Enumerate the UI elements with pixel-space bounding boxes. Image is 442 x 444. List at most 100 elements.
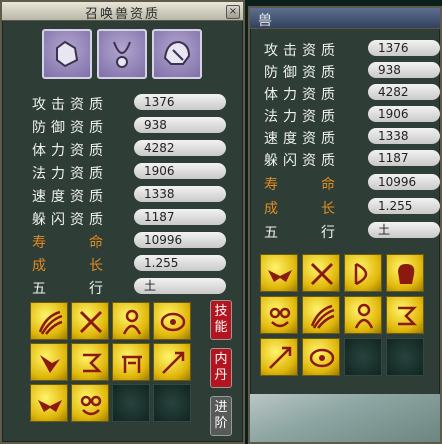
eagle-skill-icon: [268, 270, 292, 282]
arrow-skill-icon: [162, 351, 185, 374]
stat-label: 体力资质: [32, 143, 108, 159]
skill-slot[interactable]: [386, 296, 424, 334]
person-skill-icon: [354, 303, 374, 329]
armor-icon: [56, 40, 79, 68]
skill-slot[interactable]: [71, 302, 109, 340]
bow-skill-icon: [354, 262, 368, 286]
skill-slot[interactable]: [112, 343, 150, 381]
stat-value: 土: [368, 222, 440, 238]
stat-label: 攻击资质: [32, 97, 108, 113]
eye-skill-icon: [160, 312, 186, 332]
skill-slot[interactable]: [344, 254, 382, 292]
stat-value: 土: [134, 278, 226, 294]
armor-slot[interactable]: [42, 29, 92, 79]
stat-label: 寿 命: [32, 235, 108, 251]
cross-blade-skill-icon: [310, 262, 334, 286]
equipment-slots: [42, 29, 202, 85]
stat-label: 五 行: [264, 225, 340, 241]
skill-grid: [30, 302, 191, 422]
empty-skill-slot[interactable]: [112, 384, 150, 422]
skill-slot[interactable]: [112, 302, 150, 340]
stat-value: 1338: [368, 128, 440, 144]
stat-value: 1187: [134, 209, 226, 225]
stat-value: 1187: [368, 150, 440, 166]
person-skill-icon: [122, 309, 142, 335]
skill-slot[interactable]: [153, 343, 191, 381]
stat-label: 速度资质: [32, 189, 108, 205]
skill-slot[interactable]: [30, 384, 68, 422]
stat-label: 躲闪资质: [32, 212, 108, 228]
empty-skill-slot[interactable]: [153, 384, 191, 422]
pet-info-window: 兽 攻击资质 1376 防御资质 938 体力资质 4282 法力资质 1906…: [248, 6, 442, 444]
stat-label: 攻击资质: [264, 43, 340, 59]
skill-slot[interactable]: [71, 384, 109, 422]
stat-label: 防御资质: [264, 65, 340, 81]
stat-value: 1338: [134, 186, 226, 202]
pet-qualification-window: 召唤兽资质 × 攻击资质 1376 防御资质 938 体力资质 4282 法力资…: [0, 0, 245, 444]
stat-value: 938: [134, 117, 226, 133]
stat-label: 法力资质: [32, 166, 108, 182]
game-scene-background: [250, 394, 440, 442]
skill-slot[interactable]: [302, 296, 340, 334]
stat-value: 1376: [134, 94, 226, 110]
skill-slot[interactable]: [30, 302, 68, 340]
title-bar[interactable]: 召唤兽资质: [2, 2, 243, 22]
claw-slash-skill-icon: [38, 310, 63, 335]
stat-value: 938: [368, 62, 440, 78]
window-title: 兽: [258, 13, 274, 29]
claw-slash-skill-icon: [310, 304, 335, 329]
skill-slot[interactable]: [260, 338, 298, 376]
skill-slot[interactable]: [153, 302, 191, 340]
stat-value: 4282: [368, 84, 440, 100]
skill-slot[interactable]: [344, 296, 382, 334]
close-button[interactable]: ×: [226, 5, 240, 19]
cross-blade-skill-icon: [79, 310, 103, 334]
stat-label: 寿 命: [264, 177, 340, 193]
stat-value: 1906: [134, 163, 226, 179]
stat-label: 体力资质: [264, 87, 340, 103]
wing-skill-icon: [40, 355, 60, 373]
skill-slot[interactable]: [30, 343, 68, 381]
stat-label: 防御资质: [32, 120, 108, 136]
stat-value: 1906: [368, 106, 440, 122]
stat-label: 成 长: [32, 258, 108, 274]
inner-core-tab-button[interactable]: 内丹: [210, 348, 232, 388]
window-title: 召唤兽资质: [84, 7, 160, 22]
skill-slot[interactable]: [302, 254, 340, 292]
skill-grid: [260, 254, 424, 376]
stat-label: 速度资质: [264, 131, 340, 147]
stat-label: 法力资质: [264, 109, 340, 125]
fist-skill-icon: [398, 264, 415, 284]
empty-skill-slot[interactable]: [386, 338, 424, 376]
advance-tab-button[interactable]: 进阶: [210, 396, 232, 436]
stat-value: 1.255: [134, 255, 226, 271]
stat-value: 10996: [368, 174, 440, 190]
stat-value: 1376: [368, 40, 440, 56]
skill-slot[interactable]: [71, 343, 109, 381]
necklace-slot[interactable]: [97, 29, 147, 79]
stat-label: 成 长: [264, 201, 340, 217]
empty-skill-slot[interactable]: [344, 338, 382, 376]
owl-skill-icon: [269, 307, 291, 328]
eagle-skill-icon: [38, 400, 62, 412]
gate-skill-icon: [122, 355, 142, 373]
stat-value: 4282: [134, 140, 226, 156]
stat-value: 10996: [134, 232, 226, 248]
skills-tab-button[interactable]: 技能: [210, 300, 232, 340]
helmet-slot[interactable]: [152, 29, 202, 79]
skill-slot[interactable]: [302, 338, 340, 376]
arrow-skill-icon: [269, 346, 292, 369]
stat-value: 1.255: [368, 198, 440, 214]
stat-label: 五 行: [32, 281, 108, 297]
skill-slot[interactable]: [260, 254, 298, 292]
rune-skill-icon: [398, 306, 418, 326]
stat-label: 躲闪资质: [264, 153, 340, 169]
rune-skill-icon: [83, 353, 103, 373]
skill-slot[interactable]: [260, 296, 298, 334]
title-bar[interactable]: 兽: [250, 8, 440, 29]
owl-skill-icon: [80, 395, 102, 416]
necklace-icon: [113, 41, 131, 68]
skill-slot[interactable]: [386, 254, 424, 292]
helmet-icon: [163, 40, 191, 65]
eye-skill-icon: [309, 348, 335, 368]
